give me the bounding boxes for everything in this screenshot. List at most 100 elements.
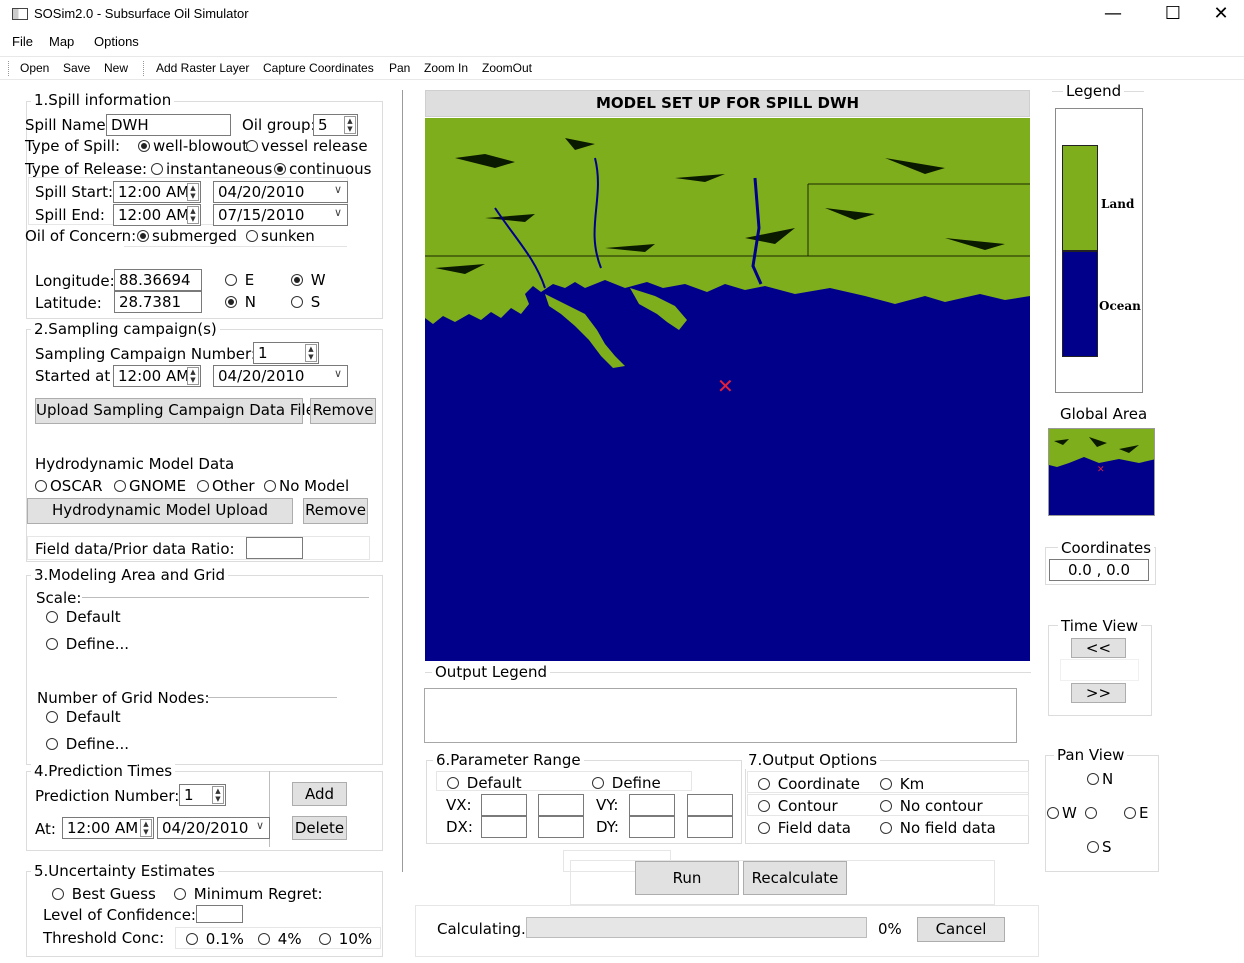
- radio-well-blowout[interactable]: well-blowout: [138, 137, 248, 155]
- time-back-button[interactable]: <<: [1071, 638, 1126, 658]
- toolbar-save[interactable]: Save: [63, 61, 90, 75]
- prediction-at-time[interactable]: 12:00 AM ▲ ▼: [62, 817, 154, 839]
- toolbar-new[interactable]: New: [104, 61, 128, 75]
- spin-arrows-icon[interactable]: ▲ ▼: [187, 367, 199, 385]
- radio-gnome[interactable]: GNOME: [114, 477, 186, 495]
- spill-end-time[interactable]: 12:00 AM ▲ ▼: [113, 204, 201, 226]
- dx-min-input[interactable]: [481, 816, 527, 838]
- radio-no-contour[interactable]: No contour: [880, 797, 983, 815]
- time-forward-button[interactable]: >>: [1071, 683, 1126, 703]
- latitude-input[interactable]: 28.7381: [114, 291, 202, 313]
- recalculate-button[interactable]: Recalculate: [743, 861, 847, 895]
- toolbar-add-raster[interactable]: Add Raster Layer: [156, 61, 249, 75]
- pan-center-radio[interactable]: [1085, 804, 1100, 822]
- confidence-input[interactable]: [196, 905, 243, 923]
- spin-arrows-icon[interactable]: ▲ ▼: [212, 786, 224, 804]
- radio-no-field-data[interactable]: No field data: [880, 819, 996, 837]
- map-view[interactable]: ✕: [425, 118, 1030, 661]
- radio-nodes-default[interactable]: Default: [46, 708, 121, 726]
- radio-icon: [35, 480, 47, 492]
- upload-sampling-data-button[interactable]: Upload Sampling Campaign Data File: [35, 398, 315, 424]
- minimize-button[interactable]: —: [1090, 2, 1136, 28]
- radio-sunken[interactable]: sunken: [246, 227, 315, 245]
- spin-arrows-icon[interactable]: ▲ ▼: [344, 116, 356, 134]
- radio-instantaneous[interactable]: instantaneous: [151, 160, 272, 178]
- radio-best-guess[interactable]: Best Guess: [52, 885, 156, 903]
- spill-name-input[interactable]: DWH: [106, 114, 231, 136]
- prediction-delete-button[interactable]: Delete: [292, 816, 347, 840]
- radio-oscar[interactable]: OSCAR: [35, 477, 103, 495]
- radio-nodes-define[interactable]: Define...: [46, 735, 129, 753]
- hydro-upload-button[interactable]: Hydrodynamic Model Upload: [27, 498, 293, 524]
- spill-end-date[interactable]: 07/15/2010 ∨: [213, 204, 348, 226]
- dy-max-input[interactable]: [687, 816, 733, 838]
- radio-other[interactable]: Other: [197, 477, 255, 495]
- radio-south[interactable]: S: [291, 293, 320, 311]
- sampling-started-time[interactable]: 12:00 AM ▲ ▼: [113, 365, 201, 387]
- toolbar-zoom-in[interactable]: Zoom In: [424, 61, 468, 75]
- ratio-input[interactable]: [246, 537, 303, 559]
- radio-param-define[interactable]: Define: [592, 774, 661, 792]
- toolbar-open[interactable]: Open: [20, 61, 49, 75]
- legend-land-label: Land: [1101, 197, 1135, 211]
- oil-group-spinner[interactable]: 5 ▲ ▼: [313, 114, 358, 136]
- radio-continuous[interactable]: continuous: [274, 160, 372, 178]
- menu-options[interactable]: Options: [94, 34, 139, 49]
- radio-minimum-regret[interactable]: Minimum Regret:: [174, 885, 323, 903]
- pan-east[interactable]: E: [1124, 804, 1148, 822]
- radio-threshold-10[interactable]: 10%: [319, 930, 372, 948]
- radio-coordinate[interactable]: Coordinate: [758, 775, 860, 793]
- prediction-at-date[interactable]: 04/20/2010 ∨: [157, 817, 270, 839]
- vx-max-input[interactable]: [538, 794, 584, 816]
- radio-label: W: [310, 271, 326, 289]
- global-area-map[interactable]: ✕: [1048, 428, 1155, 516]
- pan-north[interactable]: N: [1087, 770, 1113, 788]
- radio-north[interactable]: N: [225, 293, 256, 311]
- dx-max-input[interactable]: [538, 816, 584, 838]
- spill-start-date[interactable]: 04/20/2010 ∨: [213, 181, 348, 203]
- spin-arrows-icon[interactable]: ▲ ▼: [305, 344, 317, 362]
- radio-vessel-release[interactable]: vessel release: [246, 137, 368, 155]
- radio-threshold-4[interactable]: 4%: [258, 930, 302, 948]
- vx-min-input[interactable]: [481, 794, 527, 816]
- spin-arrows-icon[interactable]: ▲ ▼: [187, 206, 199, 224]
- radio-west[interactable]: W: [291, 271, 326, 289]
- toolbar-pan[interactable]: Pan: [389, 61, 410, 75]
- spill-start-time[interactable]: 12:00 AM ▲ ▼: [113, 181, 201, 203]
- vy-min-input[interactable]: [629, 794, 675, 816]
- latitude-label: Latitude:: [35, 294, 102, 312]
- radio-submerged[interactable]: submerged: [137, 227, 237, 245]
- radio-param-default[interactable]: Default: [447, 774, 522, 792]
- prediction-add-button[interactable]: Add: [292, 782, 347, 806]
- longitude-input[interactable]: 88.36694: [114, 269, 202, 291]
- radio-scale-default[interactable]: Default: [46, 608, 121, 626]
- panel-splitter[interactable]: [402, 90, 403, 872]
- radio-contour[interactable]: Contour: [758, 797, 838, 815]
- radio-threshold-0-1[interactable]: 0.1%: [186, 930, 244, 948]
- pan-west[interactable]: W: [1047, 804, 1077, 822]
- radio-east[interactable]: E: [225, 271, 254, 289]
- cancel-button[interactable]: Cancel: [917, 917, 1005, 942]
- radio-field-data[interactable]: Field data: [758, 819, 851, 837]
- output-legend-box: [424, 688, 1017, 743]
- spin-arrows-icon[interactable]: ▲ ▼: [140, 819, 152, 837]
- run-button[interactable]: Run: [635, 861, 739, 895]
- menu-file[interactable]: File: [12, 34, 33, 49]
- remove-sampling-button[interactable]: Remove: [310, 398, 376, 424]
- toolbar-zoom-out[interactable]: ZoomOut: [482, 61, 532, 75]
- radio-scale-define[interactable]: Define...: [46, 635, 129, 653]
- hydro-remove-button[interactable]: Remove: [303, 498, 368, 524]
- maximize-button[interactable]: ☐: [1150, 2, 1196, 28]
- radio-no-model[interactable]: No Model: [264, 477, 349, 495]
- sampling-started-date[interactable]: 04/20/2010 ∨: [213, 365, 348, 387]
- menu-map[interactable]: Map: [49, 34, 74, 49]
- close-button[interactable]: ✕: [1198, 2, 1244, 28]
- prediction-number-spinner[interactable]: 1 ▲ ▼: [179, 784, 226, 806]
- radio-km[interactable]: Km: [880, 775, 924, 793]
- vy-max-input[interactable]: [687, 794, 733, 816]
- toolbar-capture-coordinates[interactable]: Capture Coordinates: [263, 61, 374, 75]
- spin-arrows-icon[interactable]: ▲ ▼: [187, 183, 199, 201]
- sampling-number-spinner[interactable]: 1 ▲ ▼: [253, 342, 319, 364]
- dy-min-input[interactable]: [629, 816, 675, 838]
- pan-south[interactable]: S: [1087, 838, 1112, 856]
